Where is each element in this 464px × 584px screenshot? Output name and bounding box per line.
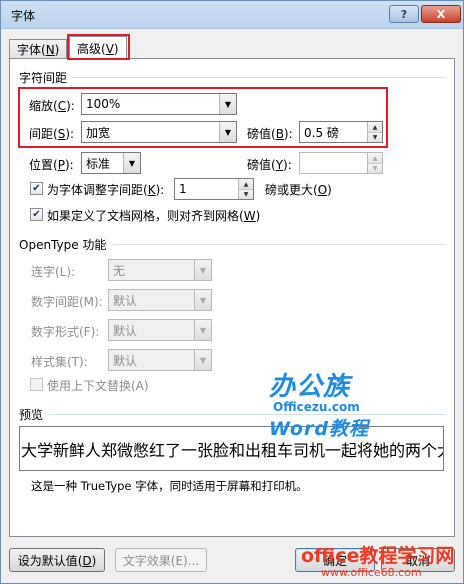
section-divider — [113, 244, 446, 245]
chevron-down-icon[interactable]: ▼ — [194, 320, 211, 340]
kerning-checkbox[interactable]: ✔ — [30, 182, 43, 195]
set-default-button[interactable]: 设为默认值(D) — [9, 548, 105, 572]
number-spacing-combo[interactable]: 默认 ▼ — [108, 289, 212, 311]
tab-font-label: 字体(N) — [17, 43, 60, 57]
title-bar: 字体 ? X — [1, 1, 463, 29]
preview-description: 这是一种 TrueType 字体，同时适用于屏幕和打印机。 — [31, 479, 308, 493]
ligatures-value: 无 — [113, 263, 126, 278]
preview-box: 大学新鲜人郑微憋红了一张脸和出租车司机一起将她的两个大 — [19, 426, 444, 471]
text-effects-label: 文字效果(E)... — [122, 553, 200, 568]
spacing-value: 加宽 — [86, 125, 111, 140]
section-divider — [71, 77, 446, 78]
preview-sample-text: 大学新鲜人郑微憋红了一张脸和出租车司机一起将她的两个大 — [21, 440, 444, 460]
watermark-logo: 办公族 Officezu.com Word教程 — [269, 366, 369, 441]
number-spacing-label: 数字间距(M): — [31, 295, 103, 309]
kerning-suffix: 磅或更大(O) — [265, 183, 332, 197]
chevron-down-icon[interactable]: ▼ — [194, 290, 211, 310]
checkmark-icon: ✔ — [32, 209, 41, 220]
opentype-title: OpenType 功能 — [19, 238, 107, 252]
spacing-by-label: 磅值(B): — [247, 127, 293, 141]
kerning-label: 为字体调整字间距(K): — [47, 183, 165, 197]
position-by-label: 磅值(Y): — [247, 158, 292, 172]
number-spacing-value: 默认 — [113, 293, 138, 308]
watermark-word: Word教程 — [269, 418, 369, 440]
spin-down-icon[interactable]: ▼ — [238, 189, 253, 199]
contextual-checkbox[interactable] — [30, 378, 43, 391]
tab-advanced[interactable]: 高级(V) — [69, 36, 127, 59]
text-effects-button[interactable]: 文字效果(E)... — [115, 548, 207, 572]
position-combo[interactable]: 标准 ▼ — [81, 152, 141, 174]
spin-down-icon[interactable]: ▼ — [367, 163, 382, 173]
scale-value: 100% — [86, 97, 121, 111]
chevron-down-icon[interactable]: ▼ — [219, 94, 236, 114]
spin-down-icon[interactable]: ▼ — [367, 132, 382, 142]
snap-grid-label: 如果定义了文档网格，则对齐到网格(W) — [47, 209, 261, 223]
stylistic-sets-value: 默认 — [113, 353, 138, 368]
contextual-label: 使用上下文替换(A) — [47, 379, 149, 393]
tab-font[interactable]: 字体(N) — [9, 39, 68, 59]
number-forms-combo[interactable]: 默认 ▼ — [108, 319, 212, 341]
chevron-down-icon[interactable]: ▼ — [123, 153, 140, 173]
number-forms-value: 默认 — [113, 323, 138, 338]
spin-up-icon[interactable]: ▲ — [238, 179, 253, 189]
watermark-logo-text: 办公族 — [269, 372, 351, 402]
preview-title: 预览 — [19, 408, 44, 422]
stylistic-sets-combo[interactable]: 默认 ▼ — [108, 349, 212, 371]
watermark-bottom-title: office教程学习网 — [301, 545, 455, 567]
close-button[interactable]: X — [421, 5, 461, 23]
help-button[interactable]: ? — [389, 5, 419, 23]
snap-grid-checkbox[interactable]: ✔ — [30, 208, 43, 221]
spin-up-icon[interactable]: ▲ — [367, 153, 382, 163]
chevron-down-icon[interactable]: ▼ — [194, 260, 211, 280]
scale-combo[interactable]: 100% ▼ — [81, 93, 237, 115]
checkmark-icon: ✔ — [32, 183, 41, 194]
position-label: 位置(P): — [29, 158, 74, 172]
spacing-label: 间距(S): — [29, 127, 75, 141]
watermark-site: Officezu.com — [273, 400, 360, 414]
section-divider — [49, 414, 446, 415]
scale-label: 缩放(C): — [29, 99, 75, 113]
help-icon: ? — [400, 7, 408, 21]
watermark-bottom: office教程学习网 www.office68.com — [301, 541, 454, 579]
chevron-down-icon[interactable]: ▼ — [194, 350, 211, 370]
spacing-by-value: 0.5 磅 — [304, 125, 339, 140]
font-dialog: 字体 ? X 字体(N) 高级(V) 字符间距 缩放(C): 100% ▼ 间距… — [0, 0, 464, 584]
spacing-by-spinner[interactable]: 0.5 磅 ▲ ▼ — [299, 121, 383, 143]
chevron-down-icon[interactable]: ▼ — [219, 122, 236, 142]
spacing-combo[interactable]: 加宽 ▼ — [81, 121, 237, 143]
ligatures-combo[interactable]: 无 ▼ — [108, 259, 212, 281]
dialog-title: 字体 — [11, 9, 36, 23]
tab-advanced-label: 高级(V) — [77, 41, 119, 56]
position-value: 标准 — [86, 156, 111, 171]
kerning-spinner[interactable]: 1 ▲ ▼ — [174, 178, 254, 200]
close-icon: X — [436, 7, 446, 21]
set-default-label: 设为默认值(D) — [17, 553, 97, 568]
stylistic-sets-label: 样式集(T): — [31, 355, 88, 369]
character-spacing-title: 字符间距 — [19, 71, 68, 85]
ligatures-label: 连字(L): — [31, 265, 76, 279]
number-forms-label: 数字形式(F): — [31, 325, 100, 339]
position-by-spinner[interactable]: ▲ ▼ — [299, 152, 383, 174]
kerning-value: 1 — [179, 182, 187, 196]
spin-up-icon[interactable]: ▲ — [367, 122, 382, 132]
